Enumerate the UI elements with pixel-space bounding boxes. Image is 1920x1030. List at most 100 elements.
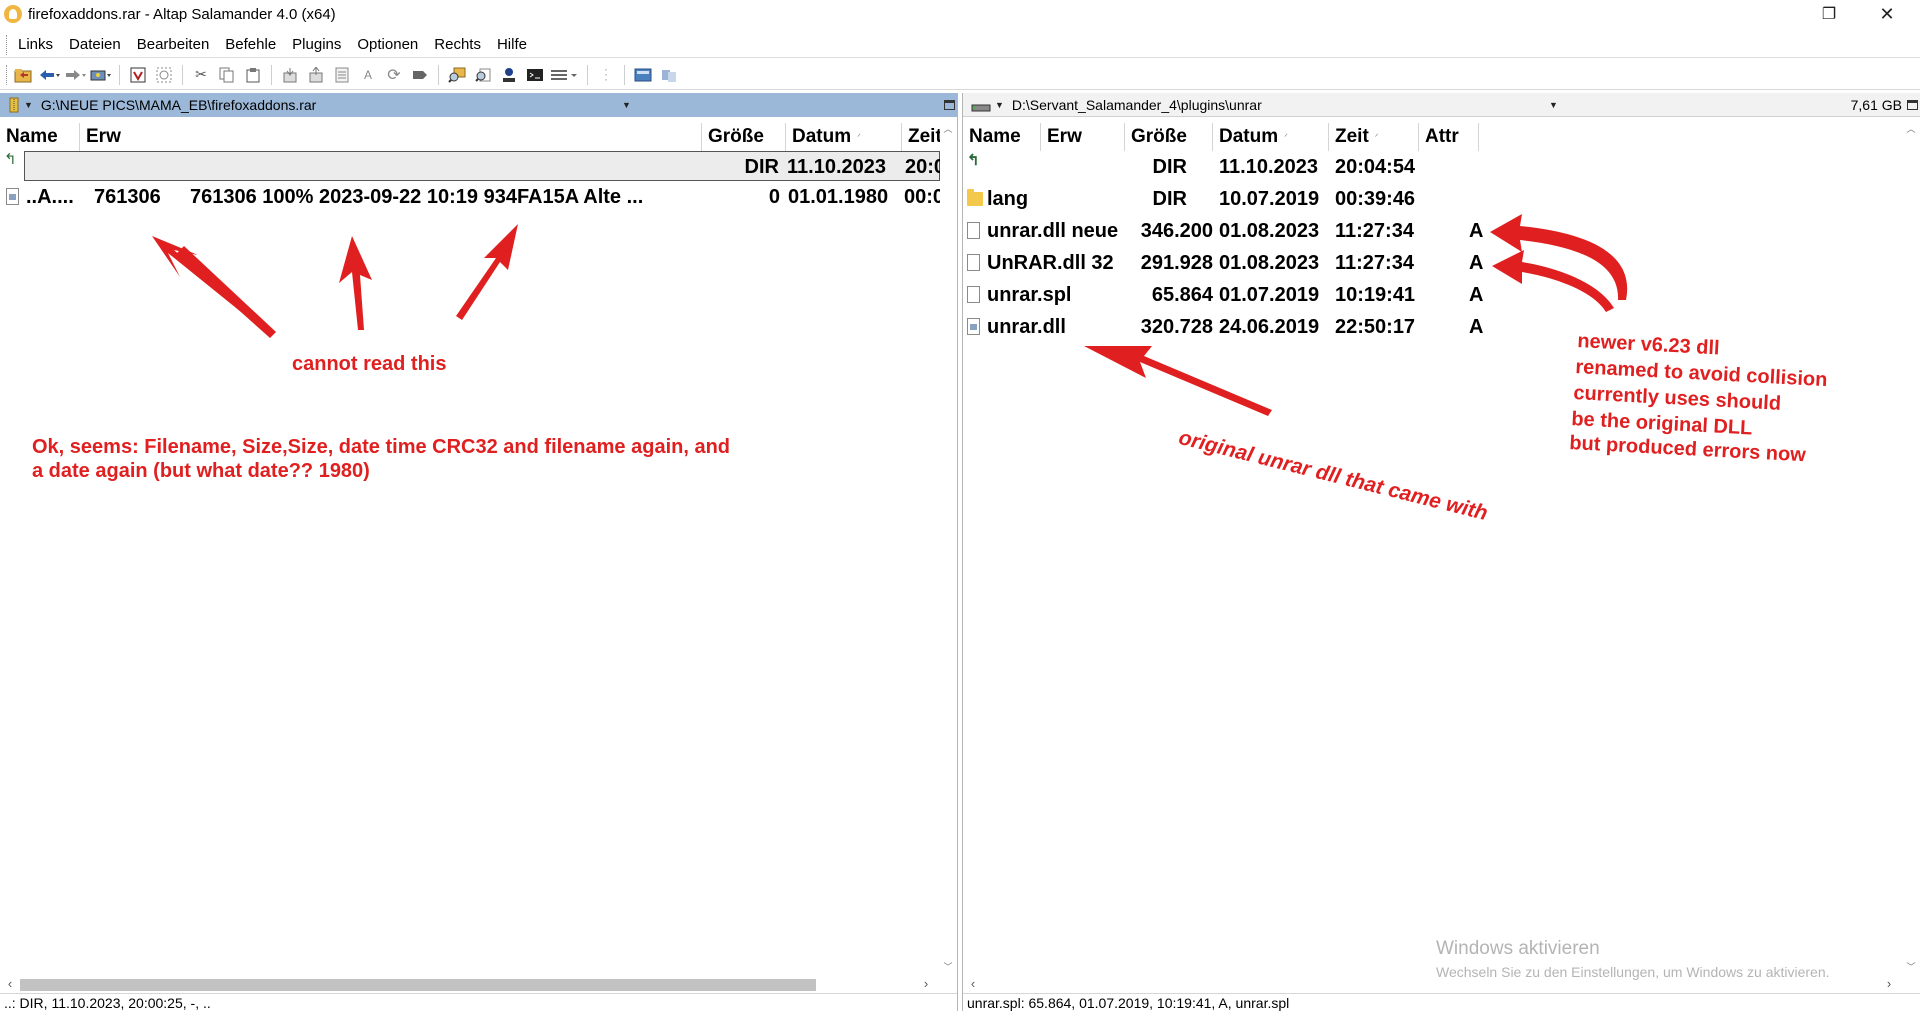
right-row-name: lang [987,188,1029,210]
user-icon[interactable] [497,64,521,86]
right-col-size[interactable]: Größe [1125,123,1213,151]
rename-icon[interactable]: A [356,64,380,86]
annotation-seems-line1: Ok, seems: Filename, Size,Size, date tim… [32,436,731,458]
right-updir-row[interactable]: ↰ DIR 11.10.2023 20:04:54 [963,152,1903,182]
find-icon[interactable] [445,64,469,86]
right-path-bar[interactable]: ▼ D:\Servant_Salamander_4\plugins\unrar … [963,93,1920,117]
left-path[interactable]: G:\NEUE PICS\MAMA_EB\firefoxaddons.rar [41,97,316,113]
drive-dropdown-icon[interactable]: ▼ [995,100,1004,110]
menu-optionen[interactable]: Optionen [349,36,426,53]
scroll-up-icon[interactable]: ︿ [940,121,956,137]
drive-icon[interactable] [89,64,113,86]
left-row-name: ..A.... [26,186,74,208]
file-icon [967,286,980,303]
unpack-icon[interactable] [304,64,328,86]
scroll-left-icon[interactable]: ‹ [2,975,18,993]
left-col-size[interactable]: Größe [702,123,786,151]
left-col-erw[interactable]: Erw [80,123,702,151]
drive-dropdown-icon[interactable]: ▼ [24,100,33,110]
console-icon[interactable] [523,64,547,86]
right-row-date: 10.07.2019 [1219,188,1320,210]
right-row-size: 346.200 [1140,220,1213,242]
left-vertical-scrollbar[interactable]: ︿ ﹀ [940,121,956,975]
right-panel[interactable]: ▼ D:\Servant_Salamander_4\plugins\unrar … [962,93,1920,1011]
scroll-down-icon[interactable]: ﹀ [1903,959,1919,975]
menu-dateien[interactable]: Dateien [61,36,129,53]
forward-icon[interactable] [63,64,87,86]
scroll-up-icon[interactable]: ︿ [1903,121,1919,137]
right-updir-size: DIR [1152,156,1187,178]
menu-bearbeiten[interactable]: Bearbeiten [129,36,218,53]
menu-plugins[interactable]: Plugins [284,36,349,53]
path-history-dropdown-icon[interactable]: ▼ [1549,100,1558,110]
select-icon[interactable] [126,64,150,86]
menu-hilfe[interactable]: Hilfe [489,36,535,53]
updir-icon[interactable]: ↰ [4,152,24,168]
right-row-size: 65.864 [1151,284,1213,306]
right-path[interactable]: D:\Servant_Salamander_4\plugins\unrar [1012,97,1262,113]
left-col-date[interactable]: Datum ᐟ [786,123,902,151]
scroll-left-icon[interactable]: ‹ [965,975,981,993]
right-row-unrar-spl[interactable]: unrar.spl 65.864 01.07.2019 10:19:41 A [963,280,1903,310]
left-col-time[interactable]: Zeit [902,123,940,151]
pack-icon[interactable] [278,64,302,86]
left-horizontal-scrollbar[interactable]: ‹ › [0,975,940,993]
right-row-size: DIR [1152,188,1187,210]
network-icon[interactable]: ⋮ [594,64,618,86]
close-button[interactable]: ✕ [1858,0,1916,28]
swap-panels-icon[interactable] [657,64,681,86]
right-zoom-panel-icon[interactable] [1907,99,1918,110]
back-icon[interactable] [37,64,61,86]
activation-watermark-subtitle: Wechseln Sie zu den Einstellungen, um Wi… [1436,964,1830,980]
left-col-name[interactable]: Name [0,123,80,151]
cut-icon[interactable]: ✂ [189,64,213,86]
right-row-name: unrar.dll neue [987,220,1119,242]
view-mode-icon[interactable] [549,64,581,86]
menu-links[interactable]: Links [10,36,61,53]
left-updir-row[interactable]: DIR 11.10.2023 20:0 [24,151,945,181]
right-col-time[interactable]: Zeit ᐟ [1329,123,1419,151]
right-row-size: 291.928 [1140,252,1213,274]
restore-button[interactable]: ❐ [1800,0,1858,28]
dll-file-icon [967,318,980,335]
right-updir-time: 20:04:54 [1335,156,1416,178]
properties-icon[interactable] [330,64,354,86]
left-updir-date: 11.10.2023 [787,156,886,178]
left-path-bar[interactable]: ▼ G:\NEUE PICS\MAMA_EB\firefoxaddons.rar… [0,93,957,117]
menu-befehle[interactable]: Befehle [217,36,284,53]
copy-icon[interactable] [215,64,239,86]
right-col-erw[interactable]: Erw [1041,123,1125,151]
right-row-time: 22:50:17 [1335,316,1416,338]
menu-rechts[interactable]: Rechts [426,36,489,53]
right-col-name[interactable]: Name [963,123,1041,151]
right-row-lang[interactable]: lang DIR 10.07.2019 00:39:46 [963,184,1903,214]
scroll-down-icon[interactable]: ﹀ [940,959,956,975]
right-row-unrar-dll[interactable]: unrar.dll 320.728 24.06.2019 22:50:17 A [963,312,1903,342]
scroll-right-icon[interactable]: › [918,975,934,993]
left-file-row[interactable]: ..A.... 761306 761306 100% 2023-09-22 10… [0,182,940,212]
refresh-icon[interactable]: ⟳ [382,64,406,86]
left-zoom-panel-icon[interactable] [944,100,955,110]
right-updir-date: 11.10.2023 [1219,156,1318,178]
right-row-name: unrar.spl [987,284,1072,306]
updir-icon[interactable]: ↰ [967,153,987,169]
scroll-right-icon[interactable]: › [1881,975,1897,993]
unselect-icon[interactable] [152,64,176,86]
right-row-time: 11:27:34 [1335,220,1414,242]
open-folder-icon[interactable] [11,64,35,86]
paste-icon[interactable] [241,64,265,86]
left-updir-size: DIR [744,156,779,178]
tag-icon[interactable] [408,64,432,86]
right-row-unrar-neue[interactable]: unrar.dll neue 346.200 01.08.2023 11:27:… [963,216,1903,246]
right-row-unrar-32[interactable]: UnRAR.dll 32 291.928 01.08.2023 11:27:34… [963,248,1903,278]
path-history-dropdown-icon[interactable]: ▼ [622,100,631,110]
panel-icon[interactable] [631,64,655,86]
toolbar-grip[interactable] [6,64,10,85]
find-files-icon[interactable] [471,64,495,86]
left-panel[interactable]: ▼ G:\NEUE PICS\MAMA_EB\firefoxaddons.rar… [0,93,958,1011]
right-vertical-scrollbar[interactable]: ︿ ﹀ [1903,121,1919,975]
right-col-attr[interactable]: Attr [1419,123,1479,151]
right-col-date[interactable]: Datum ᐟ [1213,123,1329,151]
left-hscroll-thumb[interactable] [20,979,816,991]
right-row-date: 24.06.2019 [1219,316,1320,338]
